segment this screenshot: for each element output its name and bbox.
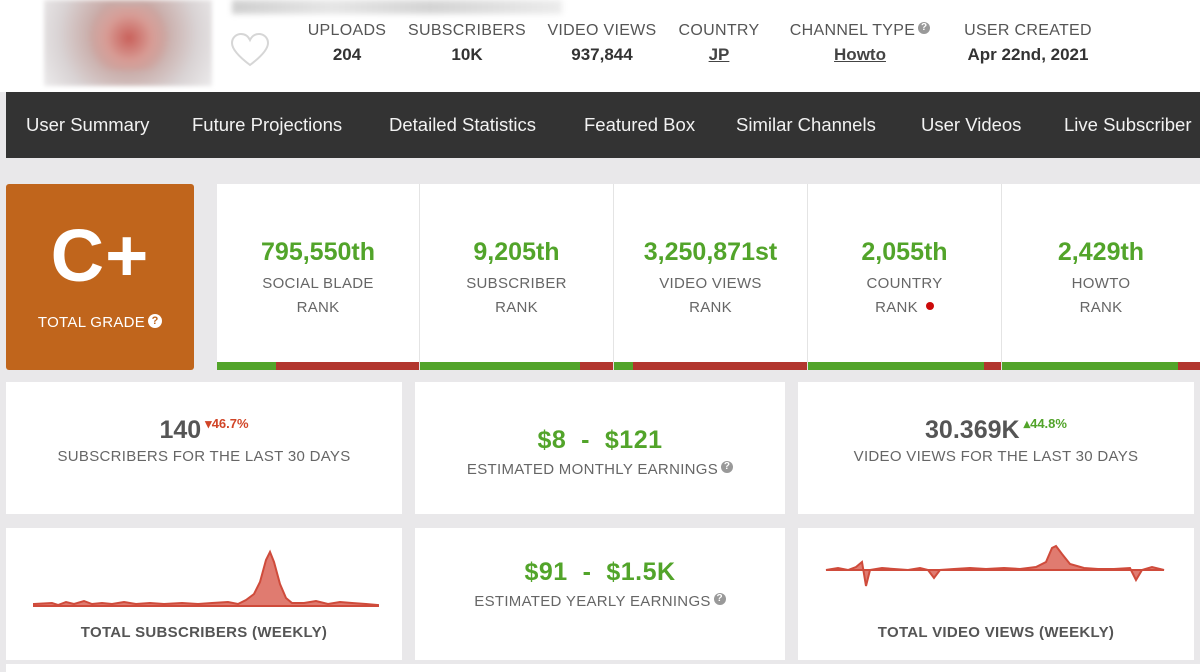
subscribers-30-days-label: SUBSCRIBERS FOR THE LAST 30 DAYS	[57, 448, 351, 465]
rank-country: 2,055th COUNTRY RANK	[807, 184, 1001, 370]
japan-flag-icon	[925, 302, 934, 310]
subscribers-30-days-change: 46.7%	[211, 416, 249, 431]
heart-icon[interactable]	[230, 32, 270, 68]
video-views-weekly-sparkline	[825, 544, 1165, 587]
rank-progress-fill	[614, 362, 634, 370]
section-nav: User Summary Future Projections Detailed…	[6, 92, 1200, 158]
stat-subscribers-label: SUBSCRIBERS	[408, 22, 526, 39]
stat-country: COUNTRY JP	[677, 22, 761, 65]
range-separator: -	[582, 558, 592, 586]
rank-progress-bar	[217, 362, 419, 370]
yearly-earnings-high: $1.5K	[606, 558, 676, 586]
rank-label: HOWTO	[1071, 275, 1131, 292]
range-separator: -	[581, 426, 590, 454]
rank-social-blade: 795,550th SOCIAL BLADE RANK	[217, 184, 419, 370]
stat-subscribers: SUBSCRIBERS 10K	[408, 22, 526, 65]
stat-channel-type-label: CHANNEL TYPE	[789, 22, 916, 39]
rank-label: RANK	[875, 299, 918, 316]
grade-label: TOTAL GRADE	[37, 314, 146, 331]
subscribers-weekly-title: TOTAL SUBSCRIBERS (WEEKLY)	[80, 624, 328, 641]
nav-detailed-statistics[interactable]: Detailed Statistics	[389, 92, 536, 158]
stat-video-views-label: VIDEO VIEWS	[547, 22, 657, 39]
rank-label: SOCIAL BLADE	[262, 275, 374, 292]
rank-progress-fill	[217, 362, 276, 370]
stat-uploads: UPLOADS 204	[305, 22, 389, 65]
rank-howto: 2,429th HOWTO RANK	[1001, 184, 1200, 370]
rank-label: COUNTRY	[866, 275, 943, 292]
nav-user-summary[interactable]: User Summary	[26, 92, 149, 158]
nav-user-videos[interactable]: User Videos	[921, 92, 1021, 158]
video-views-weekly-card: TOTAL VIDEO VIEWS (WEEKLY)	[798, 528, 1194, 660]
nav-featured-box[interactable]: Featured Box	[584, 92, 695, 158]
video-views-30-days-value: 30.369K	[925, 416, 1020, 444]
nav-future-projections[interactable]: Future Projections	[192, 92, 342, 158]
subscribers-30-days-value: 140	[159, 416, 202, 444]
stat-video-views-value: 937,844	[571, 45, 633, 64]
yearly-earnings-label: ESTIMATED YEARLY EARNINGS	[474, 593, 711, 610]
rank-progress-fill	[1002, 362, 1179, 370]
rank-video-views: 3,250,871st VIDEO VIEWS RANK	[613, 184, 807, 370]
rank-value: 9,205th	[473, 238, 560, 266]
stat-user-created-value: Apr 22nd, 2021	[967, 45, 1089, 64]
stat-uploads-value: 204	[332, 45, 362, 64]
subscribers-weekly-sparkline	[33, 549, 379, 607]
rank-label: VIDEO VIEWS	[659, 275, 762, 292]
help-icon[interactable]: ?	[721, 461, 734, 473]
monthly-earnings-card: $8 - $121 ESTIMATED MONTHLY EARNINGS?	[415, 382, 785, 514]
nav-similar-channels[interactable]: Similar Channels	[736, 92, 876, 158]
stat-user-created: USER CREATED Apr 22nd, 2021	[955, 22, 1101, 65]
rank-label: RANK	[495, 299, 538, 316]
video-views-weekly-title: TOTAL VIDEO VIEWS (WEEKLY)	[877, 624, 1115, 641]
stat-video-views: VIDEO VIEWS 937,844	[546, 22, 658, 65]
grade-value: C+	[50, 214, 150, 297]
stat-country-label: COUNTRY	[678, 22, 760, 39]
ranks-panel: 795,550th SOCIAL BLADE RANK 9,205th SUBS…	[217, 184, 1200, 370]
rank-progress-bar	[1002, 362, 1200, 370]
rank-progress-bar	[614, 362, 807, 370]
rank-progress-fill	[808, 362, 984, 370]
rank-value: 2,055th	[861, 238, 948, 266]
rank-value: 795,550th	[261, 238, 375, 266]
rank-value: 3,250,871st	[643, 238, 778, 266]
rank-label: RANK	[296, 299, 340, 316]
subscribers-weekly-card: TOTAL SUBSCRIBERS (WEEKLY)	[6, 528, 402, 660]
monthly-earnings-label: ESTIMATED MONTHLY EARNINGS	[466, 461, 719, 478]
help-icon[interactable]: ?	[713, 593, 726, 605]
channel-header: UPLOADS 204 SUBSCRIBERS 10K VIDEO VIEWS …	[0, 0, 1200, 92]
total-grade-box: C+ TOTAL GRADE?	[6, 184, 194, 370]
help-icon[interactable]: ?	[148, 314, 163, 328]
stat-subscribers-value: 10K	[451, 45, 483, 64]
rank-label: RANK	[1079, 299, 1123, 316]
nav-live-subscriber[interactable]: Live Subscriber	[1064, 92, 1192, 158]
subscribers-30-days-card: 140 ▾46.7% SUBSCRIBERS FOR THE LAST 30 DA…	[6, 382, 402, 514]
channel-avatar[interactable]	[44, 0, 212, 86]
rank-progress-fill	[420, 362, 581, 370]
video-views-30-days-change: 44.8%	[1030, 416, 1067, 431]
stat-user-created-label: USER CREATED	[964, 22, 1092, 39]
monthly-earnings-low: $8	[537, 426, 567, 454]
rank-label: RANK	[689, 299, 732, 316]
stat-uploads-label: UPLOADS	[307, 22, 387, 39]
channel-name-blurred	[232, 0, 562, 14]
yearly-earnings-low: $91	[524, 558, 568, 586]
rank-progress-bar	[808, 362, 1001, 370]
rank-subscriber: 9,205th SUBSCRIBER RANK	[419, 184, 613, 370]
stat-channel-type: CHANNEL TYPE? Howto	[782, 22, 938, 65]
rank-value: 2,429th	[1057, 238, 1145, 266]
channel-type-link[interactable]: Howto	[782, 45, 938, 65]
video-views-30-days-card: 30.369K ▴44.8% VIDEO VIEWS FOR THE LAST 3…	[798, 382, 1194, 514]
rank-label: SUBSCRIBER	[466, 275, 567, 292]
help-icon[interactable]: ?	[918, 22, 931, 34]
video-views-30-days-label: VIDEO VIEWS FOR THE LAST 30 DAYS	[853, 448, 1139, 465]
country-link[interactable]: JP	[677, 45, 761, 65]
yearly-earnings-card: $91 - $1.5K ESTIMATED YEARLY EARNINGS?	[415, 528, 785, 660]
bottom-panel-edge	[6, 664, 1200, 672]
monthly-earnings-high: $121	[604, 426, 663, 454]
rank-progress-bar	[420, 362, 613, 370]
